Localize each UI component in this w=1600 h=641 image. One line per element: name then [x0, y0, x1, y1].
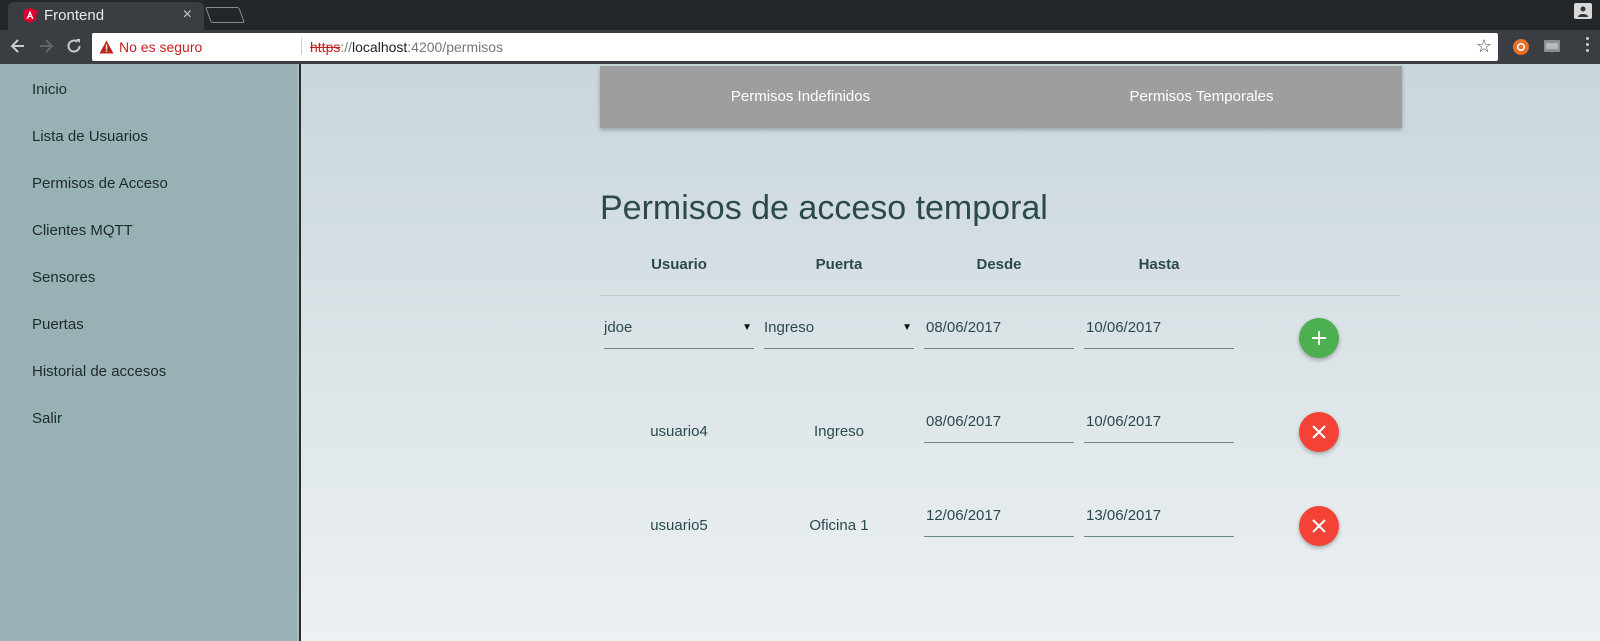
tab-permisos-indefinidos[interactable]: Permisos Indefinidos — [600, 88, 1001, 105]
row-usuario: usuario4 — [650, 423, 708, 440]
sidebar-item-puertas[interactable]: Puertas — [32, 316, 84, 333]
hasta-date-input[interactable]: 10/06/2017 — [1084, 307, 1234, 349]
browser-tabstrip: Frontend × — [0, 0, 1600, 30]
header-puerta: Puerta — [815, 256, 863, 273]
row-puerta: Oficina 1 — [809, 517, 869, 534]
browser-tab[interactable]: Frontend × — [8, 2, 204, 30]
browser-menu-icon[interactable] — [1586, 37, 1590, 55]
sidebar: Inicio Lista de Usuarios Permisos de Acc… — [0, 64, 299, 641]
header-divider — [600, 295, 1400, 296]
address-separator — [301, 38, 302, 55]
row-hasta-input[interactable]: 13/06/2017 — [1084, 495, 1234, 537]
security-label[interactable]: No es seguro — [119, 39, 202, 55]
header-usuario: Usuario — [651, 256, 707, 273]
desde-value: 08/06/2017 — [926, 319, 1002, 336]
url-path: :4200/permisos — [407, 39, 504, 55]
delete-permission-button[interactable] — [1299, 412, 1339, 452]
sidebar-item-salir[interactable]: Salir — [32, 410, 62, 427]
bookmark-star-icon[interactable]: ☆ — [1476, 36, 1492, 57]
usuario-select[interactable]: jdoe ▼ — [604, 307, 754, 349]
url-separator: :// — [340, 39, 353, 55]
close-icon — [1312, 519, 1326, 533]
forward-icon[interactable] — [36, 36, 56, 56]
address-bar[interactable]: No es seguro https://localhost:4200/perm… — [92, 33, 1498, 61]
sidebar-item-sensores[interactable]: Sensores — [32, 269, 95, 286]
desde-date-input[interactable]: 08/06/2017 — [924, 307, 1074, 349]
row-hasta-input[interactable]: 10/06/2017 — [1084, 401, 1234, 443]
row-puerta: Ingreso — [813, 423, 865, 440]
page-viewport: Inicio Lista de Usuarios Permisos de Acc… — [0, 64, 1600, 641]
puerta-select-value: Ingreso — [764, 319, 815, 336]
url-scheme: https — [310, 39, 341, 55]
main-content: Permisos Indefinidos Permisos Temporales… — [301, 64, 1600, 641]
extension-icon[interactable] — [1512, 38, 1530, 61]
tab-permisos-temporales[interactable]: Permisos Temporales — [1001, 88, 1402, 105]
dropdown-arrow-icon: ▼ — [902, 322, 912, 333]
usuario-select-value: jdoe — [604, 319, 633, 336]
browser-toolbar: No es seguro https://localhost:4200/perm… — [0, 30, 1600, 64]
puerta-select[interactable]: Ingreso ▼ — [764, 307, 914, 349]
hasta-value: 10/06/2017 — [1086, 319, 1162, 336]
person-icon — [1578, 6, 1588, 17]
row-desde-value: 08/06/2017 — [926, 413, 1002, 430]
profile-button[interactable] — [1574, 3, 1592, 19]
back-icon[interactable] — [8, 36, 28, 56]
sidebar-item-permisos[interactable]: Permisos de Acceso — [32, 175, 168, 192]
add-permission-button[interactable] — [1299, 318, 1339, 358]
warning-icon — [99, 40, 114, 57]
url-text: https://localhost:4200/permisos — [310, 39, 503, 55]
delete-permission-button[interactable] — [1299, 506, 1339, 546]
row-desde-input[interactable]: 12/06/2017 — [924, 495, 1074, 537]
row-desde-input[interactable]: 08/06/2017 — [924, 401, 1074, 443]
row-desde-value: 12/06/2017 — [926, 507, 1002, 524]
row-hasta-value: 10/06/2017 — [1086, 413, 1162, 430]
angular-icon — [23, 8, 37, 23]
sidebar-item-historial[interactable]: Historial de accesos — [32, 363, 166, 380]
url-host: localhost — [352, 39, 408, 55]
sidebar-item-usuarios[interactable]: Lista de Usuarios — [32, 128, 148, 145]
reload-icon[interactable] — [64, 36, 84, 56]
new-tab-button[interactable] — [205, 7, 245, 23]
sidebar-item-inicio[interactable]: Inicio — [32, 81, 67, 98]
row-hasta-value: 13/06/2017 — [1086, 507, 1162, 524]
close-tab-icon[interactable]: × — [183, 6, 192, 24]
dropdown-arrow-icon: ▼ — [742, 322, 752, 333]
page-title: Permisos de acceso temporal — [600, 189, 1048, 227]
extension-icon-2[interactable] — [1543, 38, 1561, 59]
plus-icon — [1312, 331, 1326, 345]
sidebar-item-clientes[interactable]: Clientes MQTT — [32, 222, 133, 239]
header-desde: Desde — [976, 256, 1022, 273]
tab-title: Frontend — [44, 7, 105, 24]
close-icon — [1312, 425, 1326, 439]
header-hasta: Hasta — [1138, 256, 1180, 273]
permission-tabs: Permisos Indefinidos Permisos Temporales — [600, 66, 1402, 128]
row-usuario: usuario5 — [650, 517, 708, 534]
